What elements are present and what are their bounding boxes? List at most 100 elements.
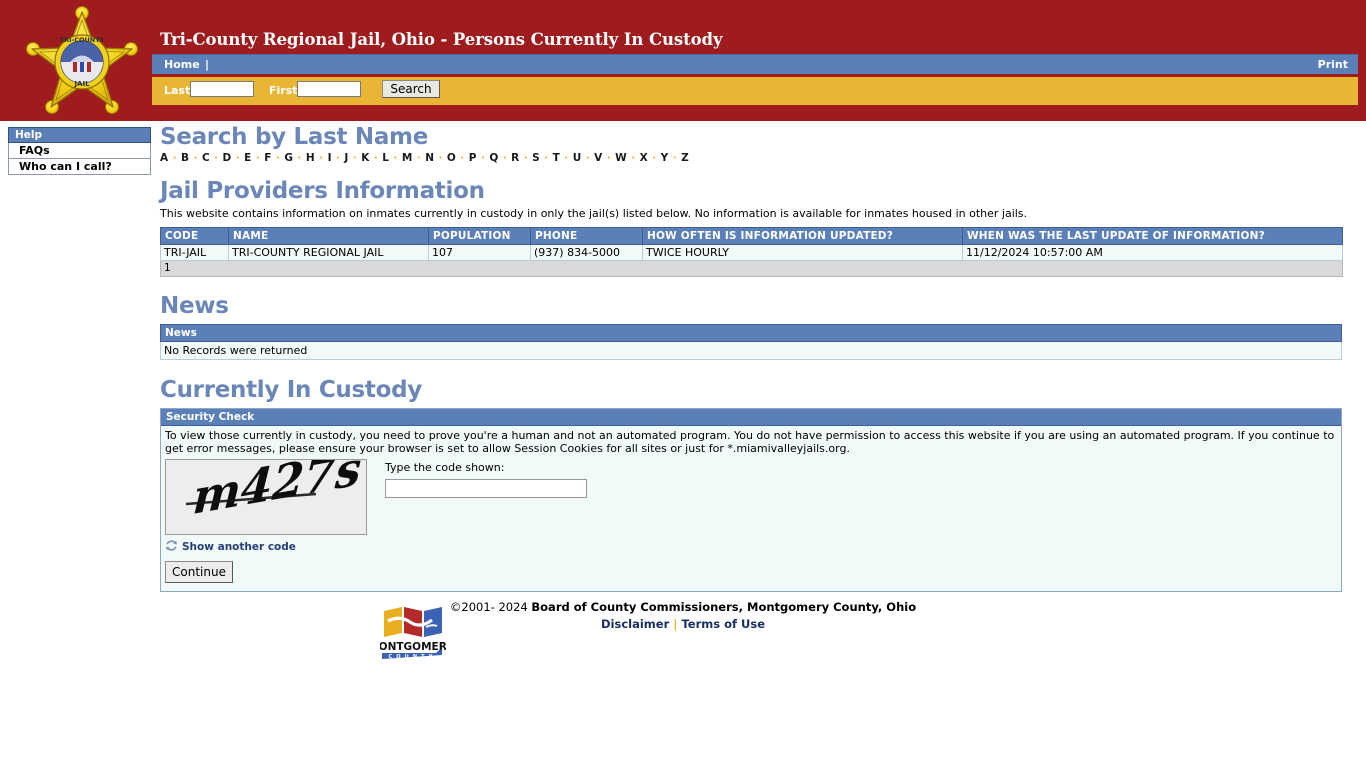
- alpha-link-e[interactable]: E: [244, 152, 252, 164]
- alpha-link-m[interactable]: M: [402, 152, 413, 164]
- jail-providers-table: CODE NAME POPULATION PHONE HOW OFTEN IS …: [160, 227, 1343, 277]
- table-header-row: CODE NAME POPULATION PHONE HOW OFTEN IS …: [160, 227, 1343, 245]
- alpha-separator: ·: [581, 152, 595, 164]
- sidebar-item-who-can-i-call[interactable]: Who can I call?: [8, 159, 151, 175]
- column-header-last-update: WHEN WAS THE LAST UPDATE OF INFORMATION?: [962, 227, 1343, 245]
- cell-update-frequency: TWICE HOURLY: [642, 244, 963, 261]
- continue-button[interactable]: Continue: [165, 561, 233, 583]
- cell-last-update: 11/12/2024 10:57:00 AM: [962, 244, 1343, 261]
- alpha-separator: ·: [648, 152, 661, 164]
- alpha-link-a[interactable]: A: [160, 152, 169, 164]
- svg-text:TRI-COUNTY: TRI-COUNTY: [60, 36, 105, 44]
- captcha-image: m427s: [165, 459, 367, 535]
- alpha-separator: ·: [293, 152, 306, 164]
- disclaimer-link[interactable]: Disclaimer: [601, 617, 669, 631]
- main-content: Search by Last Name A · B · C · D · E · …: [160, 124, 1350, 592]
- alpha-separator: ·: [456, 152, 469, 164]
- currently-in-custody-title: Currently In Custody: [160, 377, 422, 403]
- search-button[interactable]: Search: [382, 80, 440, 98]
- alpha-separator: ·: [412, 152, 426, 164]
- captcha-input[interactable]: [385, 479, 587, 498]
- alpha-separator: ·: [389, 152, 402, 164]
- first-name-label: First: [269, 84, 298, 97]
- alpha-link-o[interactable]: O: [447, 152, 456, 164]
- column-header-news: News: [160, 324, 1342, 342]
- alpha-link-k[interactable]: K: [361, 152, 370, 164]
- cell-phone: (937) 834-5000: [530, 244, 643, 261]
- captcha-field-group: Type the code shown:: [385, 461, 587, 498]
- alpha-separator: ·: [668, 152, 682, 164]
- first-name-input[interactable]: [297, 81, 361, 97]
- security-check-heading: Security Check: [161, 409, 1341, 426]
- help-sidebar: Help FAQs Who can I call?: [8, 127, 151, 175]
- news-table: News No Records were returned: [160, 324, 1342, 360]
- alpha-separator: ·: [231, 152, 245, 164]
- sidebar-heading-help: Help: [8, 127, 151, 143]
- alpha-separator: ·: [210, 152, 223, 164]
- alpha-separator: ·: [434, 152, 447, 164]
- alpha-link-y[interactable]: Y: [661, 152, 669, 164]
- alpha-link-w[interactable]: W: [615, 152, 627, 164]
- alpha-link-n[interactable]: N: [425, 152, 434, 164]
- footer-copyright-prefix: ©2001- 2024: [449, 600, 532, 614]
- alpha-separator: ·: [519, 152, 533, 164]
- show-another-code-link[interactable]: Show another code: [182, 541, 296, 553]
- jail-providers-title: Jail Providers Information: [160, 178, 485, 204]
- cell-population: 107: [428, 244, 531, 261]
- nav-home-link[interactable]: Home: [164, 58, 200, 71]
- svg-text:C O U N T Y: C O U N T Y: [388, 654, 433, 660]
- nav-print-link[interactable]: Print: [1318, 58, 1348, 71]
- pager-page-1[interactable]: 1: [160, 260, 1343, 277]
- alpha-separator: ·: [331, 152, 345, 164]
- jail-providers-description: This website contains information on inm…: [160, 207, 1028, 220]
- terms-of-use-link[interactable]: Terms of Use: [681, 617, 765, 631]
- nav-separator: |: [205, 58, 210, 71]
- footer-copyright-owner: Board of County Commissioners, Montgomer…: [531, 600, 917, 614]
- page-title: Tri-County Regional Jail, Ohio - Persons…: [160, 30, 723, 49]
- alphabet-index: A · B · C · D · E · F · G · H · I · J · …: [160, 152, 1350, 164]
- sidebar-item-who-can-i-call-label[interactable]: Who can I call?: [19, 160, 112, 173]
- alpha-link-f[interactable]: F: [264, 152, 272, 164]
- alpha-separator: ·: [602, 152, 616, 164]
- sidebar-item-faqs[interactable]: FAQs: [8, 143, 151, 159]
- alpha-link-d[interactable]: D: [223, 152, 232, 164]
- alpha-separator: ·: [189, 152, 202, 164]
- alpha-link-u[interactable]: U: [573, 152, 582, 164]
- alpha-separator: ·: [168, 152, 182, 164]
- alpha-separator: ·: [560, 152, 573, 164]
- news-header-row: News: [160, 324, 1342, 342]
- alpha-link-q[interactable]: Q: [489, 152, 498, 164]
- page-footer: MONTGOMERY C O U N T Y ©2001- 2024 Board…: [0, 600, 1366, 660]
- refresh-captcha-row: Show another code: [165, 539, 1337, 555]
- primary-navbar: Home | Print: [152, 54, 1358, 74]
- alpha-link-v[interactable]: V: [594, 152, 603, 164]
- svg-text:MONTGOMERY: MONTGOMERY: [380, 641, 446, 653]
- column-header-name: NAME: [228, 227, 429, 245]
- last-name-input[interactable]: [190, 81, 254, 97]
- alpha-link-g[interactable]: G: [284, 152, 293, 164]
- cell-name: TRI-COUNTY REGIONAL JAIL: [228, 244, 429, 261]
- alpha-separator: ·: [251, 152, 265, 164]
- alpha-link-z[interactable]: Z: [681, 152, 689, 164]
- alpha-separator: ·: [348, 152, 362, 164]
- alpha-link-x[interactable]: X: [640, 152, 649, 164]
- footer-links: Disclaimer | Terms of Use: [450, 617, 916, 631]
- sidebar-item-faqs-label[interactable]: FAQs: [19, 144, 50, 157]
- montgomery-county-logo-icon: MONTGOMERY C O U N T Y: [368, 603, 454, 661]
- alpha-separator: ·: [369, 152, 383, 164]
- table-row: TRI-JAIL TRI-COUNTY REGIONAL JAIL 107 (9…: [160, 244, 1343, 261]
- alpha-separator: ·: [627, 152, 640, 164]
- name-search-bar: Last First Search: [152, 77, 1358, 105]
- alpha-link-p[interactable]: P: [469, 152, 477, 164]
- news-empty-message: No Records were returned: [160, 341, 1342, 360]
- alpha-separator: ·: [540, 152, 553, 164]
- alpha-link-c[interactable]: C: [202, 152, 210, 164]
- tri-county-jail-star-badge-icon: TRI-COUNTY JAIL: [26, 6, 138, 116]
- svg-text:JAIL: JAIL: [73, 80, 90, 88]
- captcha-input-label: Type the code shown:: [385, 461, 505, 474]
- column-header-code: CODE: [160, 227, 229, 245]
- alpha-link-h[interactable]: H: [306, 152, 315, 164]
- alpha-link-r[interactable]: R: [511, 152, 520, 164]
- alpha-link-s[interactable]: S: [532, 152, 540, 164]
- last-name-label: Last: [164, 84, 191, 97]
